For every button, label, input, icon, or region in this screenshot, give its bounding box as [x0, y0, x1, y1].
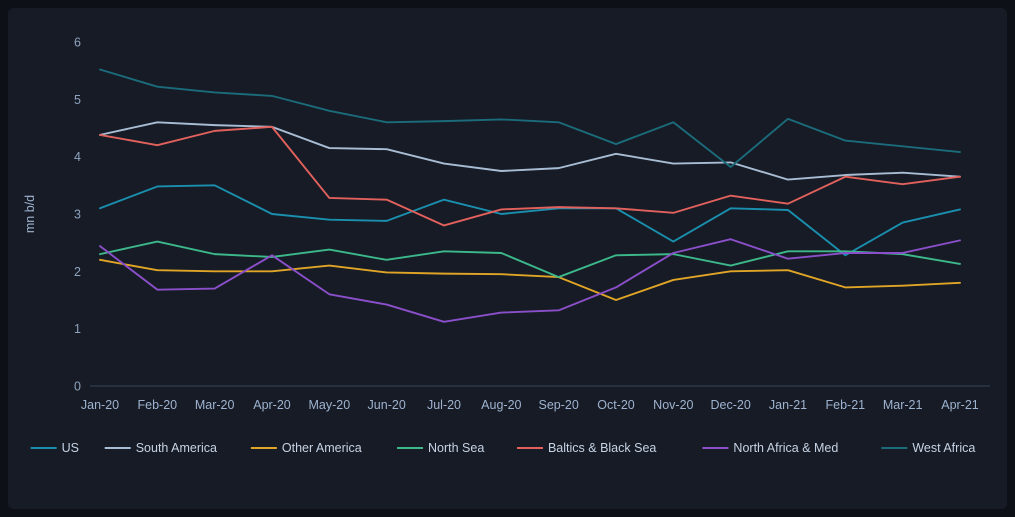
- series-line: [99, 184, 961, 257]
- y-tick-label: 6: [74, 36, 81, 50]
- x-tick-label: Jun-20: [368, 398, 406, 412]
- y-axis-title: mn b/d: [23, 195, 37, 233]
- x-tick-label: Nov-20: [653, 398, 693, 412]
- x-tick-label: Jan-20: [81, 398, 119, 412]
- y-tick-label: 4: [74, 150, 81, 164]
- legend-label[interactable]: North Africa & Med: [733, 441, 838, 455]
- y-tick-label: 5: [74, 93, 81, 107]
- legend-label[interactable]: North Sea: [428, 441, 484, 455]
- y-axis-title-text: mn b/d: [23, 195, 37, 233]
- series-line: [99, 121, 961, 181]
- y-axis-ticks: 0 1 2 3 4 5 6: [74, 36, 81, 394]
- x-tick-label: May-20: [308, 398, 350, 412]
- y-tick-label: 1: [74, 322, 81, 336]
- x-tick-label: Mar-20: [195, 398, 235, 412]
- series-line: [99, 68, 961, 168]
- legend-label[interactable]: US: [62, 441, 79, 455]
- x-tick-label: Feb-20: [138, 398, 178, 412]
- line-chart: mn b/d 0 1 2 3 4 5 6 Jan-20 Feb-20 Mar-20 Apr-20 M…: [8, 8, 1007, 509]
- x-tick-label: Oct-20: [597, 398, 635, 412]
- legend-label[interactable]: South America: [136, 441, 217, 455]
- y-tick-label: 0: [74, 380, 81, 394]
- series-lines: [99, 68, 961, 323]
- legend-label[interactable]: West Africa: [912, 441, 975, 455]
- x-tick-label: Apr-20: [253, 398, 291, 412]
- x-tick-label: Mar-21: [883, 398, 923, 412]
- chart-card: mn b/d 0 1 2 3 4 5 6 Jan-20 Feb-20 Mar-20 Apr-20 M…: [8, 8, 1007, 509]
- x-tick-label: Feb-21: [826, 398, 866, 412]
- legend-label[interactable]: Other America: [282, 441, 362, 455]
- x-tick-label: Aug-20: [481, 398, 521, 412]
- chart-svg: mn b/d 0 1 2 3 4 5 6 Jan-20 Feb-20 Mar-20 Apr-20 M…: [23, 36, 990, 455]
- legend-label[interactable]: Baltics & Black Sea: [548, 441, 656, 455]
- chart-legend: US South America Other America North Sea Bal…: [30, 441, 975, 455]
- x-axis-ticks: Jan-20 Feb-20 Mar-20 Apr-20 May-20 Jun-20 Jul-…: [81, 398, 979, 412]
- x-tick-label: Sep-20: [539, 398, 579, 412]
- x-tick-label: Dec-20: [711, 398, 751, 412]
- x-tick-label: Jul-20: [427, 398, 461, 412]
- y-tick-label: 2: [74, 265, 81, 279]
- x-tick-label: Jan-21: [769, 398, 807, 412]
- y-tick-label: 3: [74, 208, 81, 222]
- x-tick-label: Apr-21: [941, 398, 979, 412]
